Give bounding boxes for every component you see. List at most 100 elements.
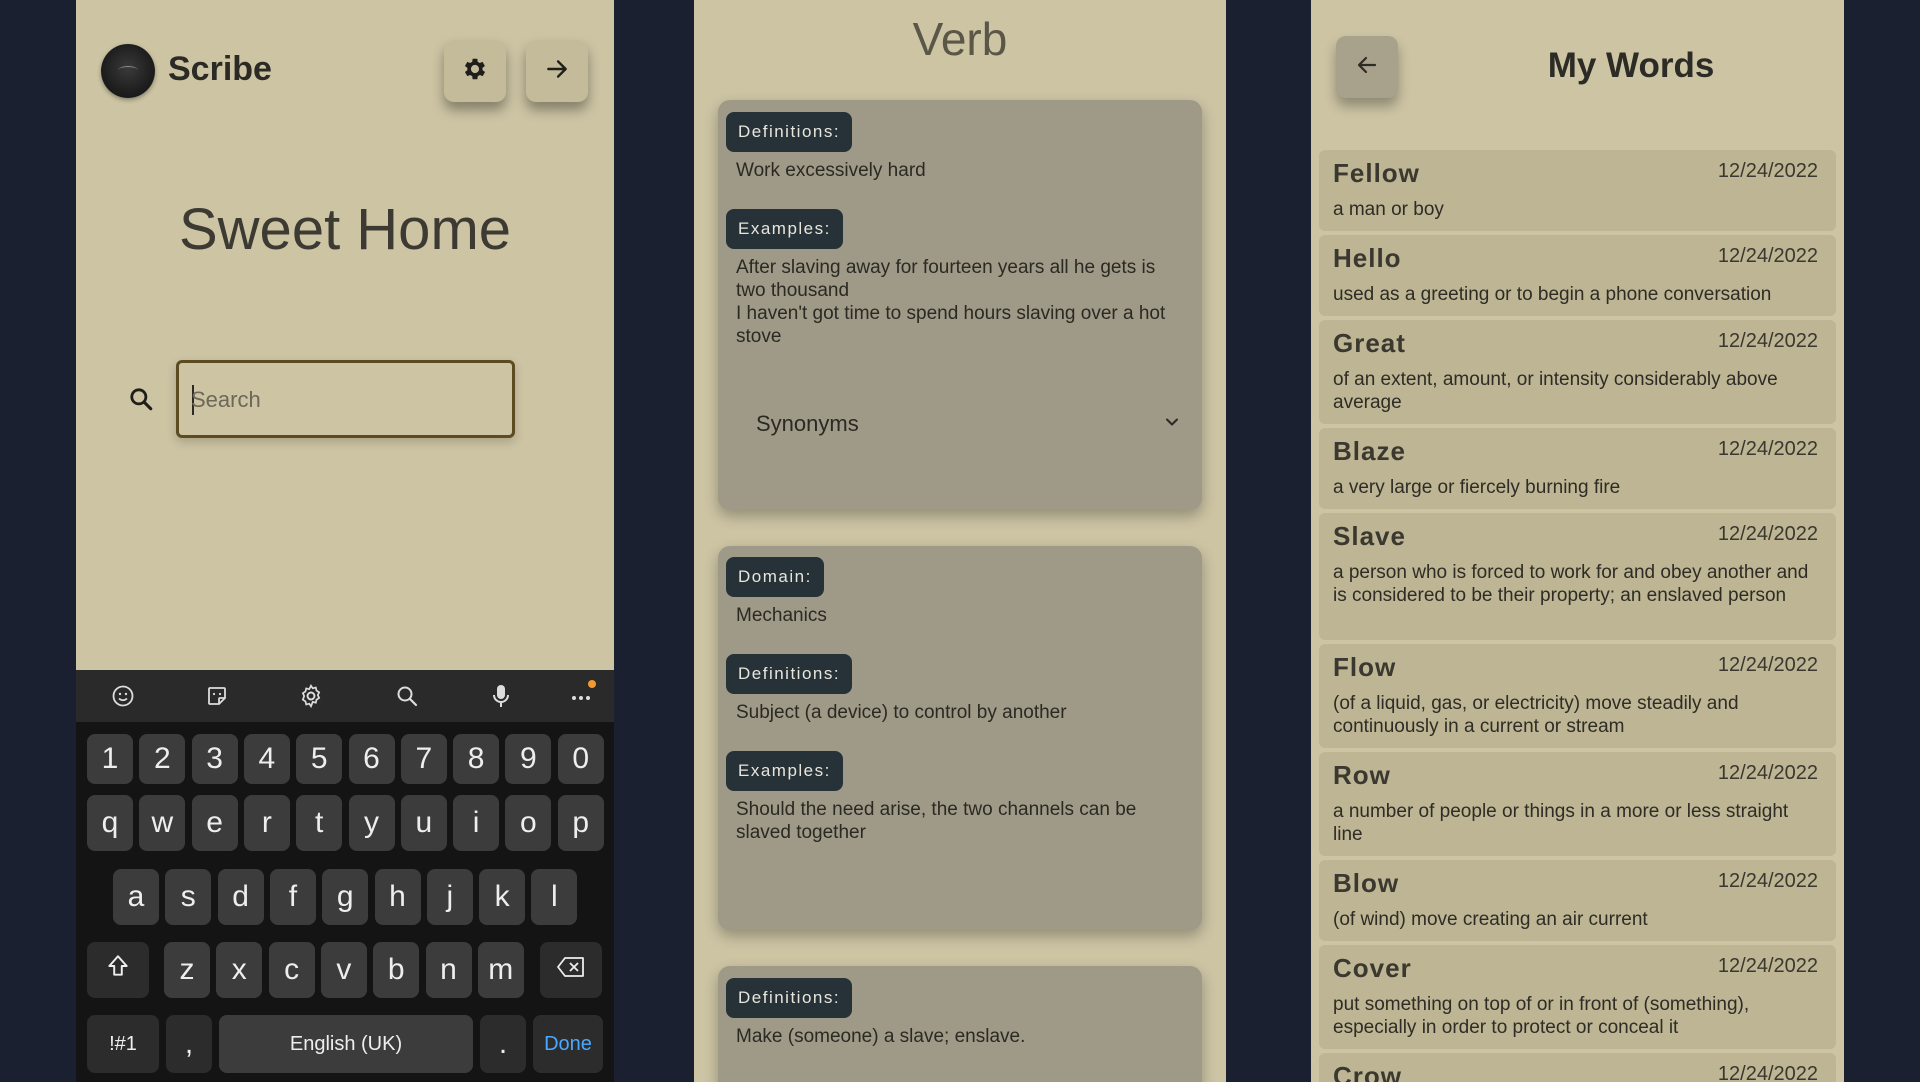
word-list-item[interactable]: Flow 12/24/2022 (of a liquid, gas, or elec… (1319, 644, 1836, 748)
word-date: 12/24/2022 (1717, 1063, 1818, 1082)
word-title: Hello (1333, 243, 1402, 273)
forward-button[interactable] (526, 40, 588, 102)
symbols-key[interactable]: !#1 (87, 1015, 159, 1073)
sticker-icon[interactable] (203, 682, 231, 710)
word-date: 12/24/2022 (1717, 955, 1818, 977)
backspace-key[interactable] (540, 942, 602, 998)
word-list-item[interactable]: Row 12/24/2022 a number of people or thing… (1319, 752, 1836, 856)
home-content: Scribe Sweet Home (76, 0, 614, 670)
key-k[interactable]: k (479, 869, 526, 925)
word-title: Great (1333, 328, 1406, 358)
word-list-item[interactable]: Blow 12/24/2022 (of wind) move creating an… (1319, 860, 1836, 941)
synonyms-expander[interactable]: Synonyms (738, 396, 1182, 452)
notification-dot (588, 680, 596, 688)
key-v[interactable]: v (320, 942, 367, 998)
key-c[interactable]: c (268, 942, 315, 998)
key-5[interactable]: 5 (296, 734, 343, 784)
key-y[interactable]: y (348, 795, 395, 851)
app-title: Scribe (168, 50, 272, 88)
word-title: Crow (1333, 1061, 1402, 1082)
word-definition: used as a greeting or to begin a phone c… (1333, 284, 1772, 305)
key-d[interactable]: d (217, 869, 264, 925)
definition-text: Make (someone) a slave; enslave. (736, 1026, 1026, 1047)
period-key[interactable]: . (480, 1015, 526, 1073)
key-u[interactable]: u (400, 795, 447, 851)
keyboard-toolbar (76, 670, 614, 722)
synonyms-label: Synonyms (756, 411, 859, 436)
word-definition: a number of people or things in a more o… (1333, 801, 1789, 845)
key-3[interactable]: 3 (191, 734, 238, 784)
back-button[interactable] (1336, 36, 1398, 98)
word-definition: put something on top of or in front of (… (1333, 994, 1750, 1038)
key-m[interactable]: m (477, 942, 524, 998)
word-list-item[interactable]: Great 12/24/2022 of an extent, amount, or … (1319, 320, 1836, 424)
settings-button[interactable] (444, 40, 506, 102)
examples-text: After slaving away for fourteen years al… (736, 257, 1166, 347)
key-s[interactable]: s (165, 869, 212, 925)
key-h[interactable]: h (374, 869, 421, 925)
key-w[interactable]: w (139, 795, 186, 851)
word-definition: a man or boy (1333, 199, 1444, 220)
word-date: 12/24/2022 (1717, 523, 1818, 545)
key-g[interactable]: g (322, 869, 369, 925)
word-title: Row (1333, 760, 1391, 790)
done-key[interactable]: Done (533, 1015, 603, 1073)
word-list-item[interactable]: Blaze 12/24/2022 a very large or fiercely … (1319, 428, 1836, 509)
key-4[interactable]: 4 (243, 734, 290, 784)
search-field[interactable] (176, 360, 515, 438)
key-f[interactable]: f (269, 869, 316, 925)
definitions-chip: Definitions: (726, 112, 853, 152)
key-e[interactable]: e (191, 795, 238, 851)
key-x[interactable]: x (216, 942, 263, 998)
search-input[interactable] (191, 385, 491, 415)
space-key[interactable]: English (UK) (219, 1015, 473, 1073)
arrow-right-icon (544, 56, 570, 87)
emoji-icon[interactable] (109, 682, 137, 710)
word-title: Slave (1333, 521, 1406, 551)
key-r[interactable]: r (243, 795, 290, 851)
word-title: Blaze (1333, 436, 1406, 466)
key-p[interactable]: p (557, 795, 604, 851)
word-definition: (of a liquid, gas, or electricity) move … (1333, 693, 1739, 737)
word-list-item[interactable]: Cover 12/24/2022 put something on top of o… (1319, 945, 1836, 1049)
definition-text: Subject (a device) to control by another (736, 702, 1067, 723)
key-2[interactable]: 2 (139, 734, 186, 784)
key-a[interactable]: a (113, 869, 159, 925)
key-z[interactable]: z (164, 942, 210, 998)
key-1[interactable]: 1 (87, 734, 133, 784)
microphone-icon[interactable] (487, 682, 515, 710)
page-title: My Words (1547, 46, 1715, 85)
verb-screen: Verb Definitions: Work excessively hard … (694, 0, 1226, 1082)
my-words-screen: My Words Fellow 12/24/2022 a man or boy Hel… (1311, 0, 1844, 1082)
chevron-down-icon (1162, 412, 1182, 437)
word-list-item[interactable]: Slave 12/24/2022 a person who is forced to… (1319, 513, 1836, 640)
key-8[interactable]: 8 (453, 734, 500, 784)
word-list-item[interactable]: Hello 12/24/2022 used as a greeting or to … (1319, 235, 1836, 316)
home-screen: Scribe Sweet Home Search 1 2 3 4 5 6 7 8… (76, 0, 614, 1082)
key-i[interactable]: i (453, 795, 500, 851)
definitions-chip: Definitions: (726, 654, 853, 694)
word-date: 12/24/2022 (1717, 654, 1818, 676)
on-screen-keyboard: 1 2 3 4 5 6 7 8 9 0 q w e r t y u i o p a s d f g h j k l z x c v b n m !#1,… (76, 670, 614, 1082)
key-j[interactable]: j (426, 869, 473, 925)
key-9[interactable]: 9 (505, 734, 552, 784)
meaning-card: Domain: Mechanics Definitions: Subject (… (718, 546, 1202, 930)
word-list-item[interactable]: Fellow 12/24/2022 a man or boy (1319, 150, 1836, 231)
key-o[interactable]: o (505, 795, 552, 851)
key-l[interactable]: l (531, 869, 578, 925)
key-n[interactable]: n (425, 942, 472, 998)
word-date: 12/24/2022 (1717, 245, 1818, 267)
search-icon[interactable] (393, 682, 421, 710)
gear-icon[interactable] (297, 682, 325, 710)
key-7[interactable]: 7 (400, 734, 447, 784)
key-0[interactable]: 0 (557, 734, 604, 784)
key-b[interactable]: b (373, 942, 420, 998)
key-t[interactable]: t (296, 795, 343, 851)
shift-key[interactable] (87, 942, 149, 998)
key-q[interactable]: q (87, 795, 133, 851)
key-6[interactable]: 6 (348, 734, 395, 784)
comma-key[interactable]: , (166, 1015, 212, 1073)
app-logo (101, 44, 155, 98)
word-list-item[interactable]: Crow 12/24/2022 (1319, 1053, 1836, 1082)
backspace-icon (556, 953, 586, 987)
